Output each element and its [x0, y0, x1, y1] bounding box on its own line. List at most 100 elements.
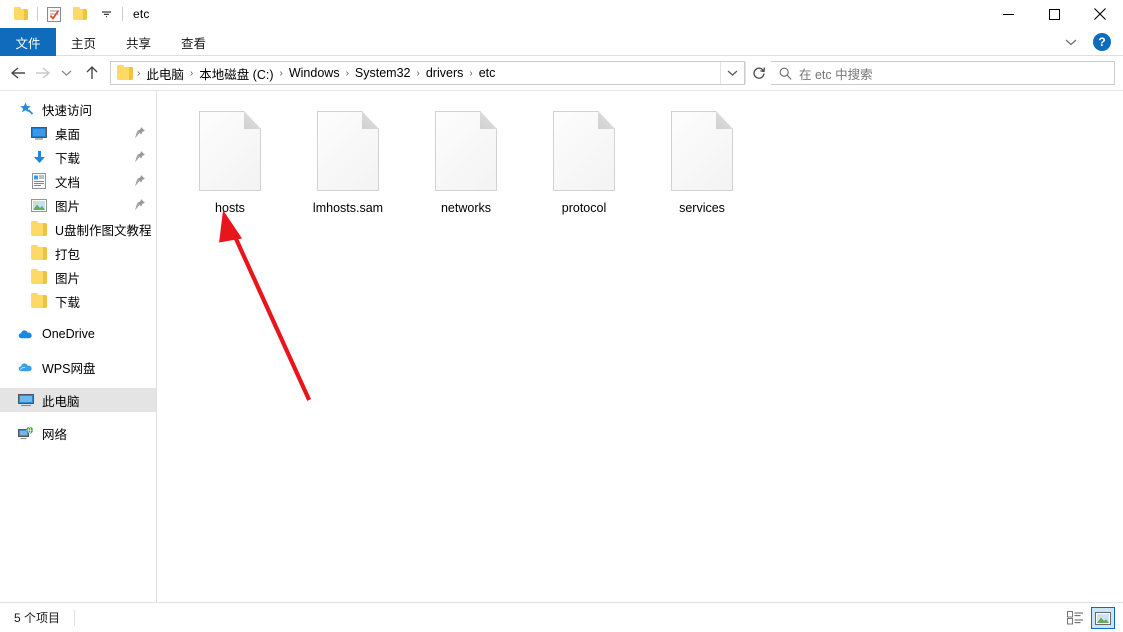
- sidebar-item-quick-access[interactable]: 快速访问: [0, 97, 156, 121]
- explorer-body: 快速访问 桌面 下载 文档 图片 U盘制作图文教程 打包 图片 下载 OneDr…: [0, 90, 1123, 602]
- file-item[interactable]: hosts: [171, 105, 289, 223]
- forward-button[interactable]: [30, 61, 54, 85]
- ribbon-right-controls: ?: [1059, 28, 1117, 56]
- file-item[interactable]: lmhosts.sam: [289, 105, 407, 223]
- breadcrumb-item-3[interactable]: System32: [351, 66, 415, 80]
- large-icons-view-button[interactable]: [1091, 607, 1115, 629]
- sidebar-item-pictures-folder[interactable]: 图片: [0, 265, 156, 289]
- documents-icon: [31, 173, 47, 189]
- expand-ribbon-chevron-down-icon[interactable]: [1059, 31, 1083, 53]
- refresh-button[interactable]: [745, 62, 771, 84]
- sidebar-item-documents[interactable]: 文档: [0, 169, 156, 193]
- sidebar-item-label: 网络: [42, 427, 68, 442]
- file-name-label: hosts: [215, 201, 245, 215]
- tab-file[interactable]: 文件: [0, 28, 56, 56]
- computer-icon: [18, 392, 34, 408]
- qat-divider-2: [122, 7, 123, 21]
- network-icon: [18, 425, 34, 441]
- pin-icon[interactable]: [134, 126, 146, 140]
- folder-icon[interactable]: [8, 3, 34, 25]
- maximize-button[interactable]: [1031, 0, 1077, 28]
- sidebar-item-this-pc[interactable]: 此电脑: [0, 388, 156, 412]
- title-bar: etc: [0, 0, 1123, 28]
- search-box[interactable]: 在 etc 中搜索: [771, 61, 1115, 85]
- tab-home[interactable]: 主页: [56, 28, 111, 56]
- sidebar-item-label: OneDrive: [42, 327, 95, 341]
- new-folder-icon[interactable]: [67, 3, 93, 25]
- breadcrumb-separator[interactable]: ›: [188, 68, 195, 79]
- sidebar-item-label: 此电脑: [42, 394, 80, 409]
- sidebar-item-label: 文档: [55, 175, 81, 190]
- window-controls: [985, 0, 1123, 28]
- breadcrumb-separator[interactable]: ›: [467, 68, 474, 79]
- sidebar-item-label: 桌面: [55, 127, 81, 142]
- sidebar-item-usb-tutorial-folder[interactable]: U盘制作图文教程: [0, 217, 156, 241]
- navigation-pane: 快速访问 桌面 下载 文档 图片 U盘制作图文教程 打包 图片 下载 OneDr…: [0, 91, 157, 602]
- breadcrumb-folder-icon: [116, 64, 135, 80]
- back-button[interactable]: [6, 61, 30, 85]
- breadcrumb-separator[interactable]: ›: [344, 68, 351, 79]
- sidebar-item-onedrive[interactable]: OneDrive: [0, 322, 156, 346]
- sidebar-item-package-folder[interactable]: 打包: [0, 241, 156, 265]
- file-item[interactable]: networks: [407, 105, 525, 223]
- sidebar-item-network[interactable]: 网络: [0, 421, 156, 445]
- breadcrumb-item-1[interactable]: 本地磁盘 (C:): [195, 64, 277, 83]
- sidebar-item-label: U盘制作图文教程: [55, 223, 152, 238]
- folder-icon: [31, 292, 47, 309]
- file-name-label: services: [679, 201, 725, 215]
- qat-chevron-down-icon[interactable]: [93, 3, 119, 25]
- file-explorer-window: etc 文件 主页 共享 查看 ? › 此电脑 › 本地磁盘 (C:) › Wi…: [0, 0, 1123, 632]
- item-count-label: 5 个项目: [14, 611, 61, 625]
- breadcrumb-item-0[interactable]: 此电脑: [142, 64, 188, 83]
- breadcrumb-item-5[interactable]: etc: [475, 66, 500, 80]
- up-button[interactable]: [80, 61, 104, 85]
- blank-document-icon: [435, 111, 497, 191]
- address-bar[interactable]: › 此电脑 › 本地磁盘 (C:) › Windows › System32 ›…: [110, 61, 745, 85]
- properties-icon[interactable]: [41, 3, 67, 25]
- address-dropdown-chevron-down-icon[interactable]: [720, 62, 744, 84]
- qat-divider-1: [37, 7, 38, 21]
- minimize-button[interactable]: [985, 0, 1031, 28]
- sidebar-item-downloads-folder[interactable]: 下载: [0, 289, 156, 313]
- folder-icon: [31, 220, 47, 237]
- tab-view[interactable]: 查看: [166, 28, 221, 56]
- file-list-view[interactable]: hosts lmhosts.sam networks protocol serv…: [157, 91, 1123, 602]
- pin-icon[interactable]: [134, 174, 146, 188]
- file-item[interactable]: protocol: [525, 105, 643, 223]
- sidebar-item-desktop[interactable]: 桌面: [0, 121, 156, 145]
- help-icon[interactable]: ?: [1093, 33, 1111, 51]
- search-icon: [779, 67, 792, 80]
- blank-document-icon: [553, 111, 615, 191]
- tab-share[interactable]: 共享: [111, 28, 166, 56]
- breadcrumb-separator[interactable]: ›: [135, 68, 142, 79]
- sidebar-item-pictures[interactable]: 图片: [0, 193, 156, 217]
- search-input[interactable]: 在 etc 中搜索: [799, 64, 873, 83]
- close-button[interactable]: [1077, 0, 1123, 28]
- details-view-button[interactable]: [1063, 607, 1087, 629]
- pin-icon[interactable]: [134, 198, 146, 212]
- sidebar-item-label: 图片: [55, 271, 81, 286]
- file-name-label: networks: [440, 201, 492, 215]
- sidebar-item-label: 下载: [55, 295, 81, 310]
- sidebar-item-label: WPS网盘: [42, 361, 96, 376]
- blank-document-icon: [317, 111, 379, 191]
- pin-icon[interactable]: [134, 150, 146, 164]
- recent-locations-chevron-down-icon[interactable]: [54, 61, 78, 85]
- window-title: etc: [133, 7, 150, 21]
- onedrive-cloud-icon: [18, 326, 34, 342]
- desktop-icon: [31, 125, 47, 141]
- breadcrumb-item-4[interactable]: drivers: [422, 66, 468, 80]
- view-mode-buttons: [1063, 603, 1115, 632]
- quick-access-toolbar: etc: [0, 3, 150, 25]
- address-bar-row: › 此电脑 › 本地磁盘 (C:) › Windows › System32 ›…: [0, 56, 1123, 90]
- blank-document-icon: [199, 111, 261, 191]
- sidebar-item-downloads[interactable]: 下载: [0, 145, 156, 169]
- breadcrumb-item-2[interactable]: Windows: [285, 66, 344, 80]
- breadcrumb-separator[interactable]: ›: [415, 68, 422, 79]
- breadcrumb-separator[interactable]: ›: [278, 68, 285, 79]
- file-item[interactable]: services: [643, 105, 761, 223]
- sidebar-item-wps-cloud[interactable]: WPS网盘: [0, 355, 156, 379]
